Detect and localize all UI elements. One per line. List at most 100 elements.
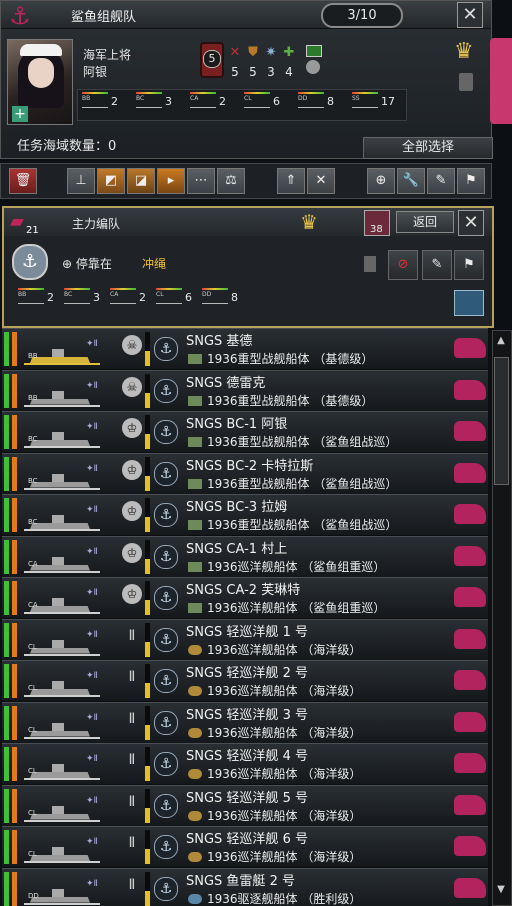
delete-fleet-icon[interactable]: 🗑: [9, 168, 37, 194]
ship-row[interactable]: BC ✦Ⅱ ♔ ⚓ SNGS BC-2 卡特拉斯 1936重型战舰船体 （鲨鱼组战巡）: [2, 452, 488, 495]
commander-name: 阿银: [83, 65, 108, 79]
scroll-up-icon[interactable]: ▲: [494, 335, 508, 353]
ship-row[interactable]: BC ✦Ⅱ ♔ ⚓ SNGS BC-3 拉姆 1936重型战舰船体 （鲨鱼组战巡）: [2, 494, 488, 536]
add-circle-icon[interactable]: ⊕: [367, 168, 395, 194]
anchor-icon[interactable]: ⚓: [154, 793, 178, 818]
ship-class-tag: CL: [28, 767, 37, 775]
anchor-icon[interactable]: ⚓: [154, 544, 178, 569]
ship-flag-icon[interactable]: ⚑: [457, 168, 485, 194]
scroll-down-icon[interactable]: ▼: [494, 884, 508, 902]
mine-sweep-icon[interactable]: ✎: [422, 250, 452, 280]
close-group-button[interactable]: ✕: [458, 210, 484, 236]
ship-mission-icon[interactable]: ⚑: [454, 250, 484, 280]
fleet-page-counter[interactable]: 3/10: [321, 3, 403, 28]
ship-action-icon[interactable]: [454, 379, 486, 400]
ship-action-icon[interactable]: [454, 628, 486, 649]
ship-silhouette-icon: BC ✦Ⅱ: [24, 422, 100, 448]
anchor-icon[interactable]: ⚓: [154, 752, 178, 776]
ship-row[interactable]: BB ✦Ⅱ ☠ ⚓ SNGS 基德 1936重型战舰船体 （基德级）: [2, 328, 488, 370]
mine-tool-icon[interactable]: ✎: [427, 168, 455, 194]
ship-row[interactable]: BB ✦Ⅱ ☠ ⚓ SNGS 德雷克 1936重型战舰船体 （基德级）: [2, 369, 488, 412]
ship-name: SNGS BC-1 阿银: [186, 417, 288, 432]
ship-row[interactable]: BC ✦Ⅱ ♔ ⚓ SNGS BC-1 阿银 1936重型战舰船体 （鲨鱼组战巡）: [2, 411, 488, 453]
trash-icon[interactable]: [459, 73, 473, 91]
ship-row[interactable]: CL ✦Ⅱ Ⅱ ⚓ SNGS 轻巡洋舰 2 号 1936巡洋舰船体 （海洋级）: [2, 660, 488, 702]
scroll-thumb[interactable]: [494, 357, 509, 485]
anchor-icon[interactable]: ⚓: [154, 503, 178, 527]
commander-portrait[interactable]: +: [7, 39, 73, 125]
anchor-icon[interactable]: ⚓: [154, 835, 178, 859]
ship-action-icon[interactable]: [454, 338, 486, 358]
ship-row[interactable]: CA ✦Ⅱ ♔ ⚓ SNGS CA-1 村上 1936巡洋舰船体 （鲨鱼组重巡）: [2, 535, 488, 578]
anchor-icon[interactable]: ⚓: [154, 669, 178, 693]
ship-row[interactable]: CL ✦Ⅱ Ⅱ ⚓ SNGS 轻巡洋舰 5 号 1936巡洋舰船体 （海洋级）: [2, 784, 488, 827]
ship-row[interactable]: CL ✦Ⅱ Ⅱ ⚓ SNGS 轻巡洋舰 4 号 1936巡洋舰船体 （海洋级）: [2, 743, 488, 785]
docked-location[interactable]: 冲绳: [142, 255, 166, 272]
ship-hull-label: 1936巡洋舰船体 （海洋级）: [207, 850, 362, 864]
ship-action-icon[interactable]: [454, 504, 486, 524]
add-to-fleet-icon[interactable]: ⊥: [67, 168, 95, 194]
anchor-icon[interactable]: ⚓: [154, 710, 178, 735]
organization-bar: [4, 747, 9, 781]
experience-fill: [145, 849, 150, 864]
ship-row[interactable]: CL ✦Ⅱ Ⅱ ⚓ SNGS 轻巡洋舰 3 号 1936巡洋舰船体 （海洋级）: [2, 701, 488, 744]
add-commander-icon[interactable]: +: [12, 106, 28, 122]
upgrade-icon[interactable]: ⇑: [277, 168, 305, 194]
ship-action-icon[interactable]: [454, 711, 486, 732]
ship-row[interactable]: CL ✦Ⅱ Ⅱ ⚓ SNGS 轻巡洋舰 1 号 1936巡洋舰船体 （海洋级）: [2, 618, 488, 661]
fleet-title: 鲨鱼组舰队: [71, 10, 137, 25]
anchor-icon[interactable]: ⚓: [12, 244, 48, 280]
anchor-icon[interactable]: ⚓: [154, 627, 178, 652]
repair-tools-icon[interactable]: ✕: [307, 168, 335, 194]
ship-row[interactable]: CA ✦Ⅱ ♔ ⚓ SNGS CA-2 芙琳特 1936巡洋舰船体 （鲨鱼组重巡）: [2, 577, 488, 619]
anchor-icon[interactable]: ⚓: [154, 586, 178, 610]
ship-action-icon[interactable]: [454, 794, 486, 815]
ship-type-label: CA: [110, 288, 136, 304]
ship-count-ss: SS 17: [352, 92, 395, 108]
close-fleet-button[interactable]: ✕: [457, 2, 483, 28]
commander-rank: 海军上将: [83, 48, 132, 62]
anchor-icon[interactable]: ⚓: [154, 378, 178, 403]
portrait-cap: [20, 44, 62, 56]
spread-fleet-icon[interactable]: ⋯: [187, 168, 215, 194]
anchor-icon[interactable]: ⚓: [154, 420, 178, 444]
ship-action-icon[interactable]: [454, 877, 486, 898]
anchor-icon[interactable]: ⚓: [154, 337, 178, 361]
ship-type-label: BC: [64, 288, 90, 304]
ship-class-tag: BC: [28, 476, 38, 485]
ship-action-icon[interactable]: [454, 753, 486, 773]
ship-action-icon[interactable]: [454, 545, 486, 566]
ship-class-tag: CL: [28, 642, 37, 651]
transfer-fleet-icon[interactable]: ▸: [157, 168, 185, 194]
back-button[interactable]: 返回: [396, 211, 454, 233]
ship-hull-type: 1936重型战舰船体 （鲨鱼组战巡）: [188, 516, 397, 533]
ship-action-icon[interactable]: [454, 421, 486, 441]
wrench-icon[interactable]: 🔧: [397, 168, 425, 194]
formation-icon[interactable]: [454, 290, 484, 316]
ship-hull-label: 1936巡洋舰船体 （鲨鱼组重巡）: [207, 559, 386, 574]
no-fire-icon[interactable]: ⊘: [388, 250, 418, 280]
split-fleet-icon[interactable]: ◩: [97, 168, 125, 194]
ship-action-icon[interactable]: [454, 587, 486, 607]
bb-hull-icon: [188, 354, 202, 364]
ship-hull-label: 1936重型战舰船体 （基德级）: [207, 393, 374, 408]
veterancy-star-icon: ✦Ⅱ: [86, 629, 98, 640]
veterancy-star-icon: ✦Ⅱ: [86, 795, 98, 806]
ship-row[interactable]: DD ✦Ⅱ Ⅱ ⚓ SNGS 鱼雷艇 2 号 1936驱逐舰船体 （胜利级）: [2, 867, 488, 906]
ship-action-icon[interactable]: [454, 670, 486, 690]
merge-fleet-icon[interactable]: ◪: [127, 168, 155, 194]
anchor-icon[interactable]: ⚓: [154, 461, 178, 486]
anchor-icon[interactable]: ⚓: [154, 876, 178, 901]
balance-scale-icon[interactable]: ⚖: [217, 168, 245, 194]
ship-hull-type: 1936巡洋舰船体 （海洋级）: [188, 682, 361, 699]
experience-fill: [145, 641, 150, 657]
select-all-button[interactable]: 全部选择: [363, 137, 493, 159]
group-trash-icon[interactable]: [364, 256, 376, 272]
plain-emblem-icon: Ⅱ: [128, 793, 136, 810]
ship-action-icon[interactable]: [454, 462, 486, 483]
ship-action-icon[interactable]: [454, 836, 486, 856]
ship-row[interactable]: CL ✦Ⅱ Ⅱ ⚓ SNGS 轻巡洋舰 6 号 1936巡洋舰船体 （海洋级）: [2, 826, 488, 868]
side-tab[interactable]: [490, 38, 512, 124]
ship-type-label: BB: [82, 92, 108, 108]
trait-value: 3: [267, 65, 275, 79]
